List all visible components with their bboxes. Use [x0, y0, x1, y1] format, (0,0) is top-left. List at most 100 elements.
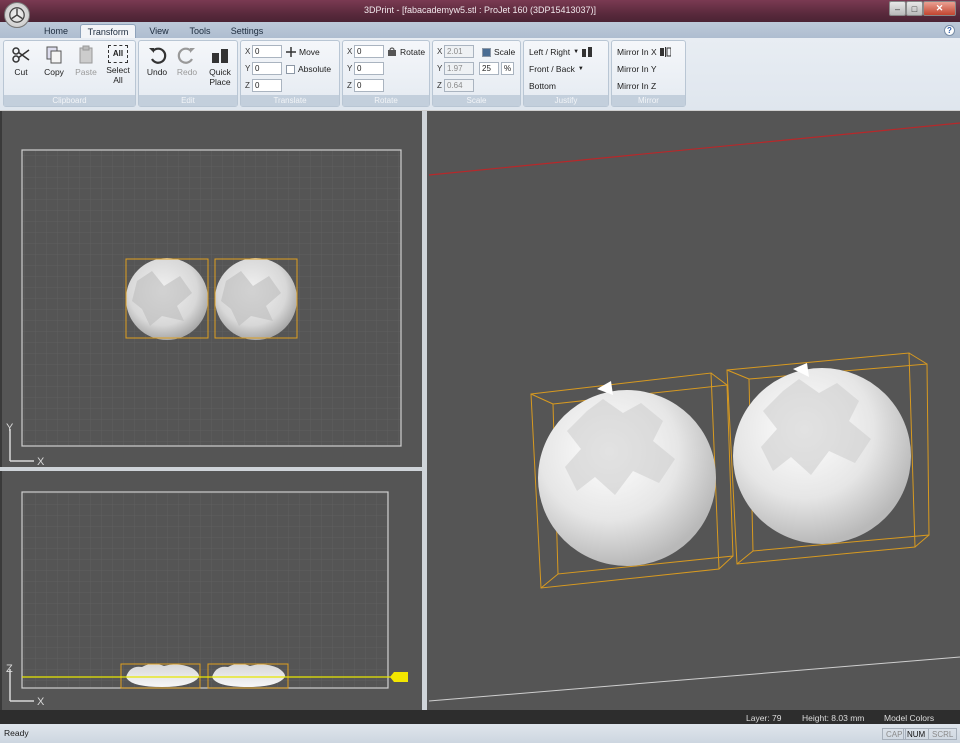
rotate-x-input[interactable]: 0: [354, 45, 384, 58]
part-1-top[interactable]: [125, 258, 209, 340]
mirror-x-button[interactable]: Mirror In X: [617, 47, 671, 57]
justify-bottom-button[interactable]: Bottom: [529, 81, 556, 91]
tab-tools[interactable]: Tools: [180, 24, 220, 38]
maximize-button[interactable]: □: [906, 1, 923, 16]
scale-percent-unit[interactable]: %: [501, 62, 514, 75]
mirror-z-button[interactable]: Mirror In Z: [617, 81, 656, 91]
translate-group: X 0 Y 0 Z 0 Move Absolute Translate: [240, 40, 340, 107]
absolute-checkbox[interactable]: Absolute: [286, 64, 331, 74]
part-2-3d[interactable]: [726, 352, 930, 565]
tab-transform[interactable]: Transform: [80, 24, 136, 38]
rotate-group-label: Rotate: [343, 95, 429, 106]
rotate-button[interactable]: Rotate: [387, 47, 425, 57]
justify-front-back-dropdown[interactable]: Front / Back ▼: [529, 64, 584, 74]
scale-y-input[interactable]: 1.97: [444, 62, 474, 75]
select-all-icon: All: [108, 45, 128, 63]
minimize-button[interactable]: –: [889, 1, 906, 16]
scissors-icon: [12, 47, 30, 63]
scale-percent-input[interactable]: 25: [479, 62, 499, 75]
layer-slider-handle[interactable]: [390, 672, 408, 682]
scale-group: X 2.01 Y 1.97 Z 0.64 Scale 25 % Scale: [432, 40, 521, 107]
quick-place-button[interactable]: Quick Place: [205, 45, 235, 87]
tab-home[interactable]: Home: [36, 24, 76, 38]
redo-label: Redo: [176, 67, 198, 77]
clipboard-group: Cut Copy Paste All Select All Clipboard: [3, 40, 136, 107]
top-view-viewport[interactable]: Y X: [2, 111, 422, 468]
undo-label: Undo: [146, 67, 168, 77]
x-axis-label: X: [37, 456, 45, 467]
chevron-down-icon: ▼: [573, 49, 580, 55]
paste-label: Paste: [75, 67, 97, 77]
model-colors-mode[interactable]: Model Colors: [884, 713, 934, 723]
build-plate-top: [21, 149, 402, 447]
tab-settings[interactable]: Settings: [224, 24, 270, 38]
mirror-x-label: Mirror In X: [617, 47, 657, 57]
rotate-z-label: Z: [347, 81, 352, 90]
move-button[interactable]: Move: [286, 47, 320, 57]
status-bar: Layer: 79 Height: 8.03 mm Model Colors: [0, 710, 960, 724]
scale-checkbox-box[interactable]: [482, 47, 491, 57]
mirror-y-button[interactable]: Mirror In Y: [617, 64, 657, 74]
undo-button[interactable]: Undo: [143, 45, 171, 77]
copy-label: Copy: [44, 67, 64, 77]
scroll-lock-indicator: SCRL: [928, 728, 958, 740]
mirror-group: Mirror In X Mirror In Y Mirror In Z Mirr…: [611, 40, 686, 107]
scale-group-label: Scale: [433, 95, 520, 106]
window-title: 3DPrint - [fabacademyw5.stl : ProJet 160…: [363, 5, 597, 15]
ribbon: Cut Copy Paste All Select All Clipboard …: [0, 38, 960, 110]
close-button[interactable]: ✕: [923, 1, 956, 16]
tab-view[interactable]: View: [140, 24, 178, 38]
front-view-viewport[interactable]: Z X: [2, 471, 422, 710]
ready-status: Ready: [4, 728, 29, 738]
cut-label: Cut: [14, 67, 28, 77]
left-right-label: Left / Right: [529, 47, 571, 57]
y-axis-label: Y: [6, 422, 14, 434]
z-axis-label: Z: [6, 663, 13, 675]
build-plate-edge: [428, 656, 960, 702]
rotate-y-input[interactable]: 0: [354, 62, 384, 75]
edit-group: Undo Redo Quick Place Edit: [138, 40, 238, 107]
absolute-label: Absolute: [298, 64, 332, 74]
x-axis-label-front: X: [37, 696, 45, 708]
rotate-y-label: Y: [347, 64, 353, 73]
absolute-checkbox-box[interactable]: [286, 64, 295, 74]
justify-left-right-dropdown[interactable]: Left / Right ▼: [529, 47, 593, 57]
rotate-z-input[interactable]: 0: [354, 79, 384, 92]
select-all-button[interactable]: All Select All: [103, 45, 133, 85]
translate-x-label: X: [245, 47, 251, 56]
copy-button[interactable]: Copy: [39, 45, 69, 77]
rotate-group: X 0 Y 0 Z 0 Rotate Rotate: [342, 40, 430, 107]
rotate-label: Rotate: [400, 47, 426, 57]
translate-y-input[interactable]: 0: [252, 62, 282, 75]
translate-x-input[interactable]: 0: [252, 45, 282, 58]
translate-z-label: Z: [245, 81, 250, 90]
mirror-z-label: Mirror In Z: [617, 81, 657, 91]
move-label: Move: [299, 47, 320, 57]
scale-z-input[interactable]: 0.64: [444, 79, 474, 92]
paste-button[interactable]: Paste: [71, 45, 101, 77]
quick-place-icon: [212, 49, 228, 63]
scale-checkbox[interactable]: Scale: [482, 47, 515, 57]
perspective-3d-viewport[interactable]: [427, 111, 960, 710]
3dprint-logo-icon: [9, 7, 25, 23]
application-menu-button[interactable]: [4, 2, 30, 28]
rotate-icon: [388, 47, 396, 56]
part-1-3d[interactable]: [530, 372, 734, 589]
redo-button[interactable]: Redo: [173, 45, 201, 77]
justify-group-label: Justify: [524, 95, 608, 106]
rotate-x-label: X: [347, 47, 353, 56]
translate-z-input[interactable]: 0: [252, 79, 282, 92]
edit-group-label: Edit: [139, 95, 237, 106]
perspective-canvas[interactable]: [427, 111, 960, 710]
help-icon[interactable]: ?: [944, 25, 955, 36]
front-view-canvas[interactable]: Z X: [2, 471, 422, 710]
top-view-canvas[interactable]: Y X: [2, 111, 422, 468]
scale-x-input[interactable]: 2.01: [444, 45, 474, 58]
quick-place-label: Quick Place: [209, 67, 231, 87]
cut-button[interactable]: Cut: [8, 45, 34, 77]
application-window: 3DPrint - [fabacademyw5.stl : ProJet 160…: [0, 0, 960, 743]
part-2-top[interactable]: [214, 258, 298, 340]
translate-group-label: Translate: [241, 95, 339, 106]
title-bar: 3DPrint - [fabacademyw5.stl : ProJet 160…: [0, 0, 960, 22]
mirror-y-label: Mirror In Y: [617, 64, 657, 74]
